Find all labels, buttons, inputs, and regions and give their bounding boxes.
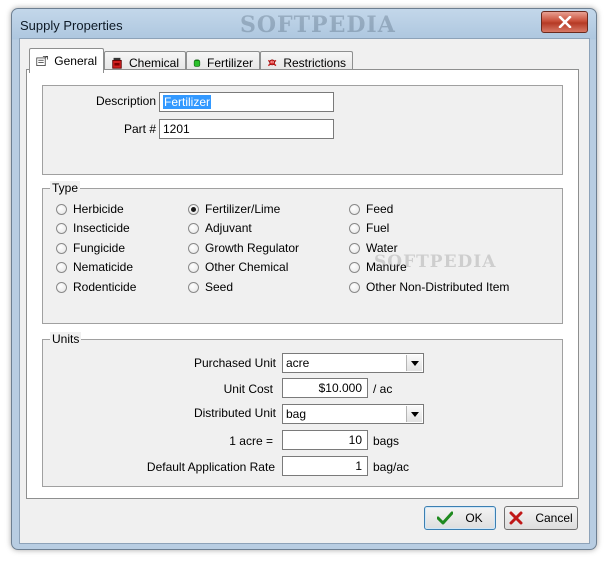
unit-cost-field[interactable]: $10.000 bbox=[282, 378, 368, 398]
radio-label: Fungicide bbox=[73, 241, 126, 255]
default-rate-suffix: bag/ac bbox=[373, 460, 410, 474]
x-mark-icon bbox=[509, 511, 523, 525]
red-canister-icon bbox=[112, 57, 122, 69]
skull-crossbones-icon bbox=[267, 58, 277, 66]
ok-button[interactable]: OK bbox=[424, 506, 496, 530]
radio-button bbox=[188, 261, 199, 273]
distributed-unit-label: Distributed Unit bbox=[193, 406, 276, 420]
radio-fertilizer-lime[interactable]: Fertilizer/Lime bbox=[188, 202, 280, 216]
radio-adjuvant[interactable]: Adjuvant bbox=[188, 221, 252, 235]
unit-cost-label: Unit Cost bbox=[223, 382, 273, 396]
conversion-label: 1 acre = bbox=[229, 434, 273, 448]
distributed-unit-select[interactable]: bag bbox=[282, 404, 424, 424]
checkmark-icon bbox=[437, 511, 454, 525]
title-watermark: SOFTPEDIA bbox=[240, 12, 396, 38]
cancel-label: Cancel bbox=[535, 511, 573, 525]
unit-cost-suffix: / ac bbox=[373, 382, 393, 396]
distributed-unit-value: bag bbox=[286, 407, 307, 421]
radio-button bbox=[188, 242, 199, 254]
radio-label: Herbicide bbox=[73, 202, 124, 216]
radio-button bbox=[56, 242, 67, 254]
radio-label: Feed bbox=[366, 202, 394, 216]
chevron-down-icon bbox=[410, 411, 419, 417]
radio-fuel[interactable]: Fuel bbox=[349, 221, 389, 235]
radio-label: Insecticide bbox=[73, 221, 130, 235]
radio-button bbox=[56, 281, 67, 293]
radio-button bbox=[349, 222, 360, 234]
description-field[interactable]: Fertilizer bbox=[159, 92, 334, 112]
chevron-down-icon bbox=[410, 360, 419, 366]
radio-herbicide[interactable]: Herbicide bbox=[56, 202, 124, 216]
radio-rodenticide[interactable]: Rodenticide bbox=[56, 280, 136, 294]
radio-button-selected bbox=[188, 203, 199, 215]
radio-label: Growth Regulator bbox=[205, 241, 300, 255]
radio-growth-regulator[interactable]: Growth Regulator bbox=[188, 241, 299, 255]
dropdown-arrow[interactable] bbox=[406, 406, 422, 422]
type-legend: Type bbox=[50, 181, 81, 195]
radio-button bbox=[188, 222, 199, 234]
purchased-unit-label: Purchased Unit bbox=[193, 356, 276, 370]
radio-label: Fuel bbox=[366, 221, 390, 235]
radio-label: Adjuvant bbox=[205, 221, 252, 235]
radio-label: Seed bbox=[205, 280, 234, 294]
tab-general-label: General bbox=[54, 54, 97, 68]
tab-restrictions-label: Restrictions bbox=[283, 55, 346, 70]
part-number-label: Part # bbox=[123, 122, 156, 136]
default-rate-field[interactable]: 1 bbox=[282, 456, 368, 476]
purchased-unit-value: acre bbox=[286, 356, 310, 370]
radio-button bbox=[56, 261, 67, 273]
radio-label: Rodenticide bbox=[73, 280, 137, 294]
description-label: Description bbox=[95, 94, 156, 108]
radio-nematicide[interactable]: Nematicide bbox=[56, 260, 133, 274]
conversion-field[interactable]: 10 bbox=[282, 430, 368, 450]
radio-label: Other Non-Distributed Item bbox=[366, 280, 510, 294]
radio-other-non-distributed[interactable]: Other Non-Distributed Item bbox=[349, 280, 509, 294]
purchased-unit-select[interactable]: acre bbox=[282, 353, 424, 373]
part-number-field[interactable]: 1201 bbox=[159, 119, 334, 139]
type-watermark: SOFTPEDIA bbox=[374, 252, 497, 272]
tab-general[interactable]: General bbox=[29, 48, 104, 73]
green-bag-icon bbox=[193, 59, 201, 67]
description-value: Fertilizer bbox=[163, 95, 212, 109]
radio-button bbox=[56, 203, 67, 215]
dropdown-arrow[interactable] bbox=[406, 355, 422, 371]
default-rate-label: Default Application Rate bbox=[146, 460, 275, 474]
close-button[interactable] bbox=[541, 11, 588, 33]
radio-button bbox=[349, 261, 360, 273]
radio-button bbox=[349, 242, 360, 254]
radio-seed[interactable]: Seed bbox=[188, 280, 233, 294]
radio-other-chemical[interactable]: Other Chemical bbox=[188, 260, 288, 274]
ok-label: OK bbox=[465, 511, 483, 525]
radio-button bbox=[188, 281, 199, 293]
tab-chemical-label: Chemical bbox=[128, 55, 179, 70]
units-legend: Units bbox=[50, 332, 82, 346]
close-icon bbox=[558, 16, 571, 28]
radio-button bbox=[56, 222, 67, 234]
radio-feed[interactable]: Feed bbox=[349, 202, 393, 216]
radio-label: Nematicide bbox=[73, 260, 134, 274]
tab-fertilizer-label: Fertilizer bbox=[206, 55, 253, 70]
radio-button bbox=[349, 203, 360, 215]
conversion-suffix: bags bbox=[373, 434, 400, 448]
radio-fungicide[interactable]: Fungicide bbox=[56, 241, 125, 255]
form-icon bbox=[36, 56, 48, 66]
radio-insecticide[interactable]: Insecticide bbox=[56, 221, 130, 235]
cancel-button[interactable]: Cancel bbox=[504, 506, 578, 530]
radio-label: Fertilizer/Lime bbox=[205, 202, 281, 216]
window-title: Supply Properties bbox=[20, 18, 123, 33]
radio-button bbox=[349, 281, 360, 293]
radio-label: Other Chemical bbox=[205, 260, 289, 274]
